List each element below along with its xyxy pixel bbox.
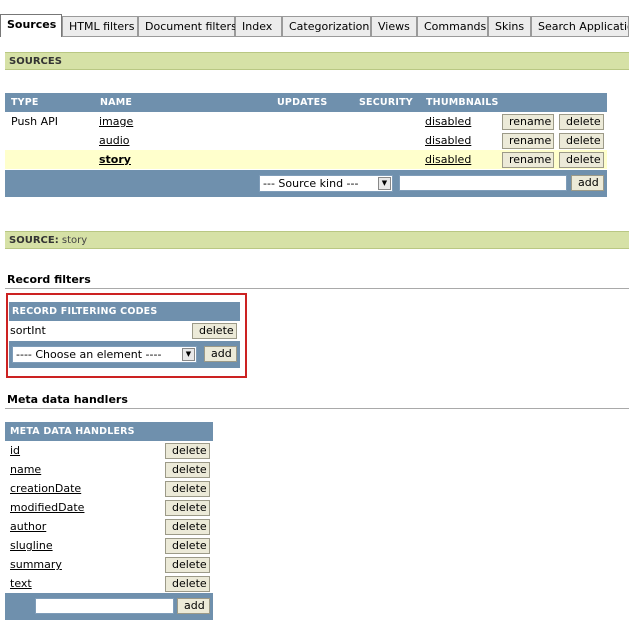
tab-skins[interactable]: Skins <box>488 16 531 36</box>
sources-section-title: SOURCES <box>9 56 62 67</box>
chevron-down-icon: ▼ <box>182 348 195 361</box>
delete-button[interactable]: delete <box>559 152 604 168</box>
sources-section-bar: SOURCES <box>5 52 629 70</box>
add-record-filter-button[interactable]: add <box>204 346 237 362</box>
meta-handler-link[interactable]: author <box>10 517 46 536</box>
delete-button[interactable]: delete <box>165 462 210 478</box>
col-updates: UPDATES <box>277 97 328 108</box>
meta-handlers-header-label: META DATA HANDLERS <box>10 426 135 437</box>
delete-button[interactable]: delete <box>165 500 210 516</box>
source-type: Push API <box>11 115 59 128</box>
choose-element-select[interactable]: ---- Choose an element ---- ▼ <box>12 346 197 363</box>
source-section-label: SOURCE: <box>9 235 59 246</box>
source-name-input[interactable] <box>399 175 567 191</box>
source-kind-value: --- Source kind --- <box>263 177 359 190</box>
record-filters-heading: Record filters <box>7 273 91 286</box>
delete-button[interactable]: delete <box>165 443 210 459</box>
record-filter-name: sortInt <box>10 324 46 337</box>
add-source-button[interactable]: add <box>571 175 604 191</box>
col-security: SECURITY <box>359 97 413 108</box>
tab-search-applications[interactable]: Search Applications <box>531 16 629 36</box>
rename-button[interactable]: rename <box>502 133 554 149</box>
add-meta-handler-button[interactable]: add <box>177 598 210 614</box>
thumbnails-link[interactable]: disabled <box>425 112 471 131</box>
meta-handler-link[interactable]: name <box>10 460 41 479</box>
meta-handler-link[interactable]: id <box>10 441 20 460</box>
rename-button[interactable]: rename <box>502 114 554 130</box>
meta-handlers-table-header: META DATA HANDLERS <box>5 422 213 441</box>
choose-element-value: ---- Choose an element ---- <box>16 348 162 361</box>
chevron-down-icon: ▼ <box>378 177 391 190</box>
meta-handler-link[interactable]: slugline <box>10 536 53 555</box>
tab-categorization[interactable]: Categorization <box>282 16 371 36</box>
source-section-bar: SOURCE: story <box>5 231 629 249</box>
tab-bar: Sources HTML filters Document filters In… <box>0 14 629 37</box>
tab-commands[interactable]: Commands <box>417 16 488 36</box>
meta-handler-link[interactable]: text <box>10 574 32 593</box>
source-name-link[interactable]: image <box>99 112 133 131</box>
delete-button[interactable]: delete <box>559 114 604 130</box>
tab-index[interactable]: Index <box>235 16 282 36</box>
meta-handler-link[interactable]: summary <box>10 555 62 574</box>
col-type: TYPE <box>11 97 39 108</box>
thumbnails-link[interactable]: disabled <box>425 150 471 169</box>
tab-html-filters[interactable]: HTML filters <box>62 16 138 36</box>
delete-button[interactable]: delete <box>165 538 210 554</box>
delete-button[interactable]: delete <box>165 519 210 535</box>
meta-handler-input[interactable] <box>35 598 174 614</box>
meta-handler-link[interactable]: creationDate <box>10 479 81 498</box>
record-filter-header-label: RECORD FILTERING CODES <box>12 306 158 317</box>
thumbnails-link[interactable]: disabled <box>425 131 471 150</box>
rename-button[interactable]: rename <box>502 152 554 168</box>
col-name: NAME <box>100 97 133 108</box>
tab-divider <box>0 36 629 37</box>
tab-document-filters[interactable]: Document filters <box>138 16 237 36</box>
source-section-value: story <box>61 235 88 246</box>
source-name-link[interactable]: audio <box>99 131 129 150</box>
col-thumbnails: THUMBNAILS <box>426 97 499 108</box>
delete-button[interactable]: delete <box>192 323 237 339</box>
delete-button[interactable]: delete <box>559 133 604 149</box>
sources-table-header: TYPE NAME UPDATES SECURITY THUMBNAILS <box>5 93 607 112</box>
divider <box>5 408 629 409</box>
tab-views[interactable]: Views <box>371 16 417 36</box>
meta-handlers-heading: Meta data handlers <box>7 393 128 406</box>
delete-button[interactable]: delete <box>165 557 210 573</box>
source-kind-select[interactable]: --- Source kind --- ▼ <box>259 175 393 192</box>
tab-sources[interactable]: Sources <box>0 14 62 37</box>
meta-handler-link[interactable]: modifiedDate <box>10 498 84 517</box>
delete-button[interactable]: delete <box>165 481 210 497</box>
divider <box>5 288 629 289</box>
source-name-link[interactable]: story <box>99 150 131 169</box>
record-filter-table-header: RECORD FILTERING CODES <box>9 302 240 321</box>
delete-button[interactable]: delete <box>165 576 210 592</box>
